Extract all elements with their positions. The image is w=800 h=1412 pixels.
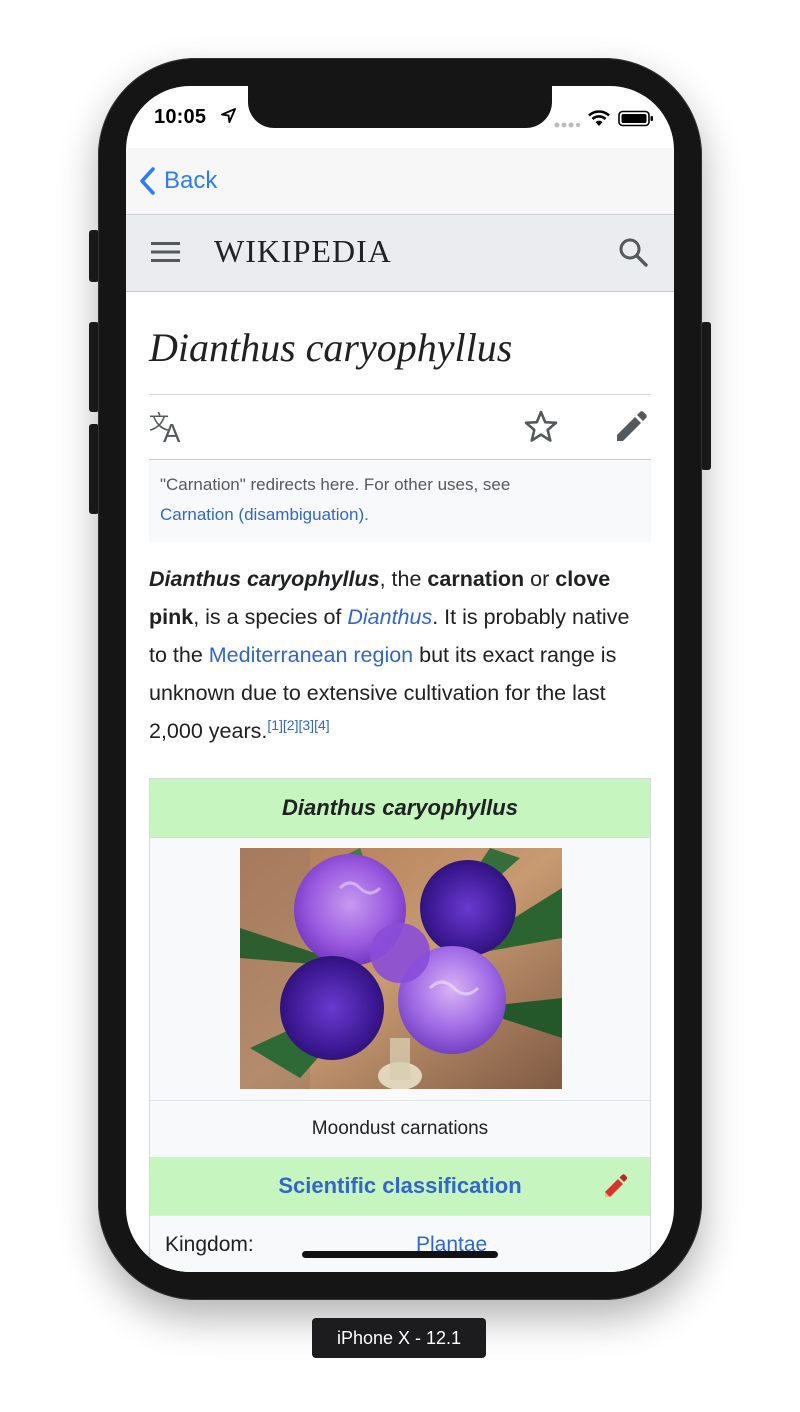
notch	[248, 86, 552, 128]
svg-text:A: A	[163, 418, 181, 445]
back-button[interactable]: Back	[138, 164, 217, 198]
language-icon[interactable]: 文 A	[149, 409, 189, 445]
citation-ref[interactable]: [1]	[267, 717, 283, 733]
home-indicator[interactable]	[302, 1251, 498, 1258]
navigation-bar: Back	[126, 148, 674, 215]
article-content: Dianthus caryophyllus 文 A "Carnation" re…	[149, 292, 651, 1272]
device-frame: 10:05 Back WIKIPEDIA Dianthus caryophyll…	[98, 58, 702, 1300]
edit-pencil-icon[interactable]	[613, 409, 649, 445]
search-icon[interactable]	[618, 237, 648, 267]
lead-paragraph: Dianthus caryophyllus, the carnation or …	[149, 560, 651, 750]
wikipedia-logo-text: WIKIPEDIA	[214, 233, 392, 269]
status-time: 10:05	[154, 106, 207, 128]
page-title: Dianthus caryophyllus	[149, 325, 513, 370]
mediterranean-region-link[interactable]: Mediterranean region	[209, 643, 413, 667]
wikipedia-logo[interactable]: WIKIPEDIA	[214, 233, 392, 270]
citation-ref[interactable]: [3]	[298, 717, 314, 733]
carnation-photo[interactable]	[240, 848, 562, 1089]
device-label: iPhone X - 12.1	[312, 1318, 486, 1358]
citation-ref[interactable]: [2]	[283, 717, 299, 733]
hatnote-text: "Carnation" redirects here. For other us…	[160, 475, 511, 494]
hamburger-menu-icon[interactable]	[151, 241, 181, 263]
screen: 10:05 Back WIKIPEDIA Dianthus caryophyll…	[126, 86, 674, 1272]
infobox-image-caption: Moondust carnations	[150, 1100, 650, 1157]
kingdom-row: Kingdom: Plantae	[150, 1215, 650, 1272]
scientific-classification-header: Scientific classification	[150, 1157, 650, 1215]
lead-text-2: or	[524, 567, 556, 591]
edit-classification-pencil-icon[interactable]	[602, 1173, 628, 1199]
lead-text-3: , is a species of	[193, 605, 348, 629]
lead-subject: Dianthus caryophyllus	[149, 567, 380, 591]
wikipedia-header: WIKIPEDIA	[126, 215, 674, 292]
chevron-left-icon	[140, 167, 155, 195]
star-icon[interactable]	[523, 409, 559, 445]
back-label: Back	[164, 167, 218, 194]
lead-text-1: , the	[379, 567, 428, 591]
hatnote-disambiguation-link[interactable]: Carnation (disambiguation).	[160, 500, 640, 530]
side-button	[701, 322, 711, 470]
dianthus-link[interactable]: Dianthus	[347, 605, 432, 629]
hatnote: "Carnation" redirects here. For other us…	[149, 460, 651, 542]
kingdom-label: Kingdom:	[165, 1233, 254, 1256]
scientific-classification-link[interactable]: Scientific classification	[278, 1173, 521, 1198]
infobox: Dianthus caryophyllus Moondust carnation…	[149, 778, 651, 1272]
location-arrow-icon	[221, 108, 236, 123]
citation-ref[interactable]: [4]	[314, 717, 330, 733]
infobox-title: Dianthus caryophyllus	[150, 779, 650, 837]
infobox-image-cell	[150, 837, 650, 1100]
cellular-signal-icon	[554, 122, 580, 128]
lead-carnation: carnation	[427, 567, 525, 591]
battery-icon	[618, 110, 653, 127]
page-actions-bar: 文 A	[149, 394, 651, 460]
wifi-icon	[588, 110, 610, 126]
